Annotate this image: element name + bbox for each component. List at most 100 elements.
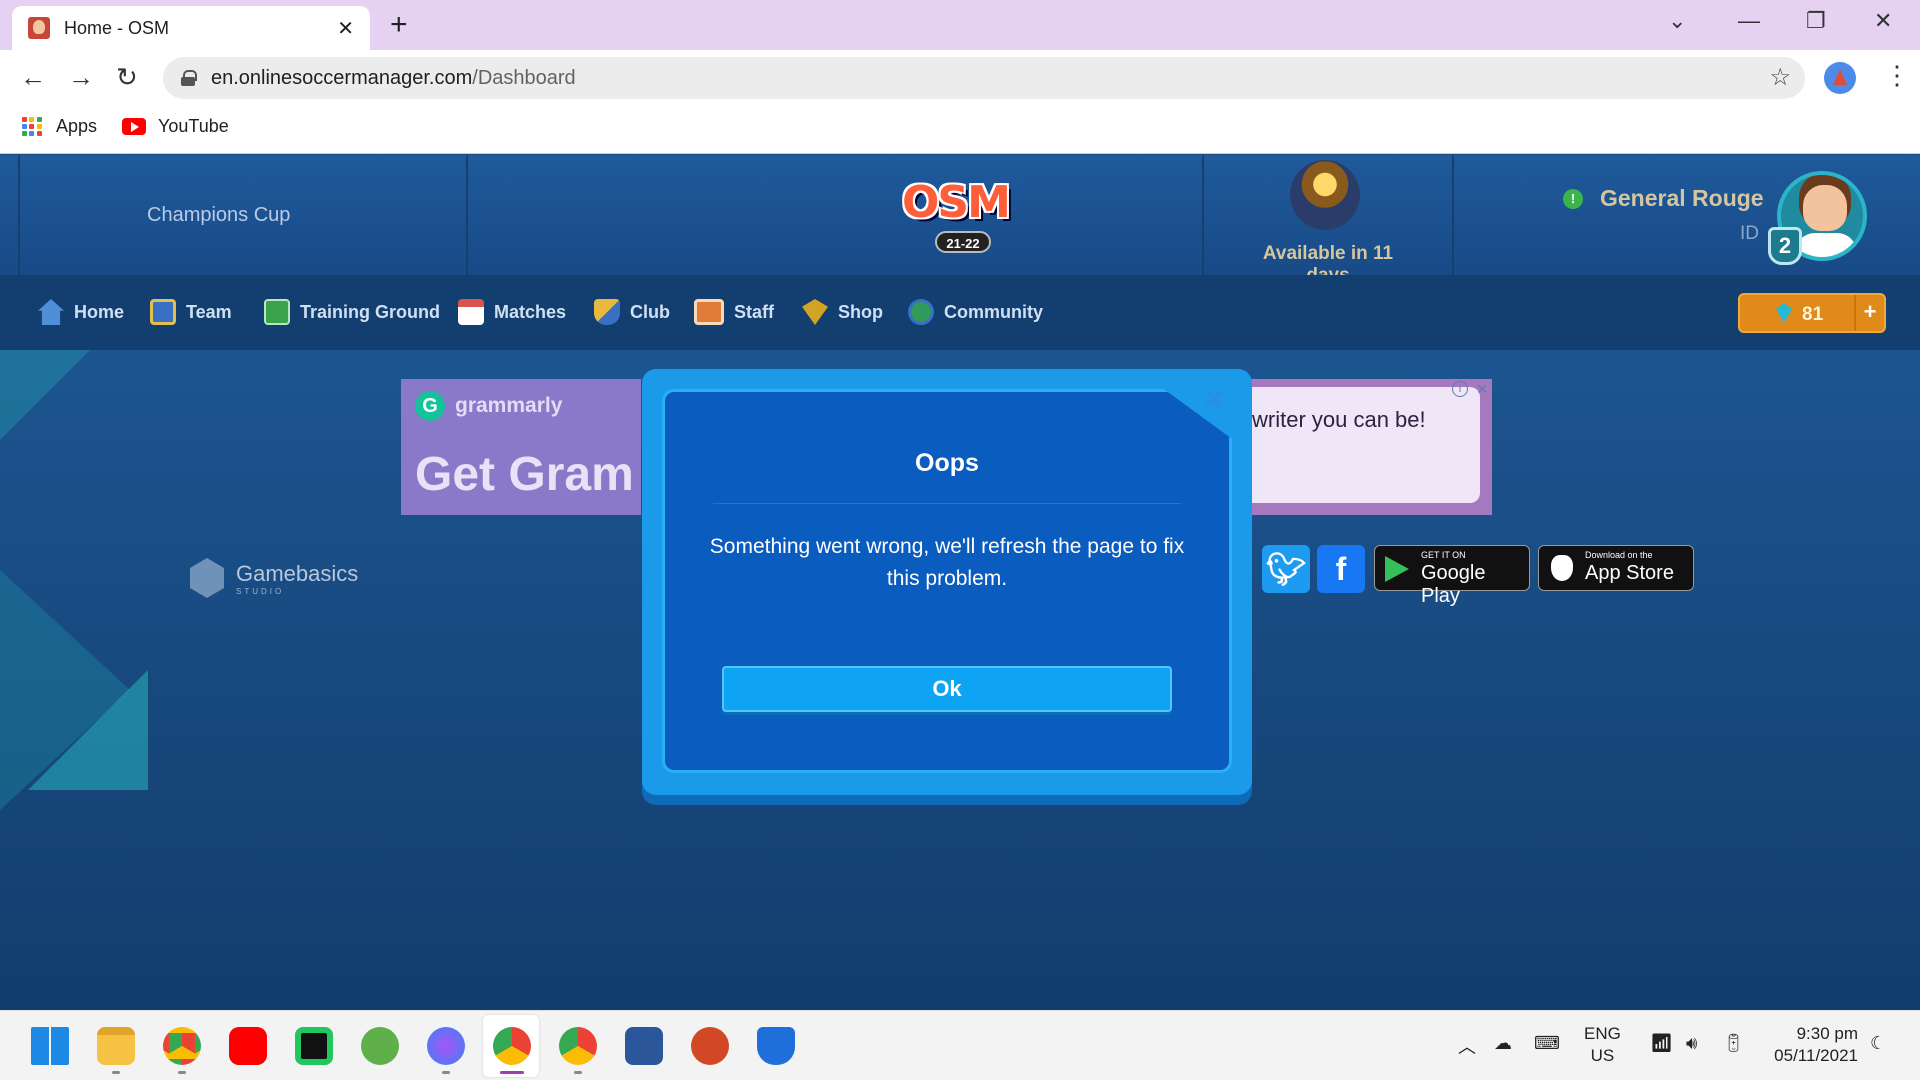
manager-id-label: ID (1740, 223, 1759, 244)
music-app-icon[interactable] (295, 1027, 333, 1065)
restore-icon[interactable]: ❐ (1806, 8, 1826, 34)
word-icon[interactable] (625, 1027, 663, 1065)
coins-counter[interactable]: 81 + (1738, 293, 1886, 333)
bookmark-apps[interactable]: Apps (22, 116, 97, 137)
keyboard-icon[interactable]: ⌨ (1534, 1033, 1560, 1054)
url-path: /Dashboard (472, 66, 576, 89)
powerpoint-icon[interactable] (691, 1027, 729, 1065)
manager-name[interactable]: General Rouge (1600, 185, 1764, 212)
youtube-app-icon[interactable] (229, 1027, 267, 1065)
club-shield-icon (594, 299, 620, 325)
browser-tab-strip: Home - OSM ✕ + ⌄ — ❐ ✕ (0, 0, 1920, 50)
volume-icon[interactable]: 🔊︎ (1686, 1033, 1697, 1054)
trophy-event-icon[interactable] (1290, 160, 1360, 230)
nav-training-ground[interactable]: Training Ground (264, 299, 440, 325)
tab-close-icon[interactable]: ✕ (337, 16, 354, 41)
lang-region: US (1590, 1046, 1615, 1065)
running-indicator (178, 1071, 186, 1074)
tray-chevron-icon[interactable]: ︿ (1458, 1033, 1476, 1059)
forward-icon[interactable]: → (68, 62, 94, 93)
bookmark-label: Apps (56, 116, 98, 136)
home-icon (38, 299, 64, 325)
running-indicator (112, 1071, 120, 1074)
focus-moon-icon[interactable]: ☾ (1870, 1033, 1886, 1054)
nav-club[interactable]: Club (594, 299, 670, 325)
nav-home[interactable]: Home (38, 299, 124, 325)
window-close-icon[interactable]: ✕ (1874, 8, 1892, 34)
facebook-icon: f (1335, 551, 1347, 587)
jersey-icon (150, 299, 176, 325)
google-play-button[interactable]: GET IT ON Google Play (1374, 545, 1530, 607)
nav-matches[interactable]: Matches (458, 299, 566, 325)
nav-label: Team (186, 301, 232, 322)
error-dialog: ✕ Oops Something went wrong, we'll refre… (642, 369, 1252, 807)
apps-grid-icon (22, 116, 42, 137)
bookmarks-bar: Apps YouTube (0, 106, 1920, 154)
nav-label: Home (74, 301, 125, 322)
bookmark-youtube[interactable]: YouTube (122, 116, 229, 137)
nav-label: Staff (734, 301, 774, 322)
back-icon[interactable]: ← (20, 62, 46, 93)
osm-logo[interactable]: OSM (902, 177, 1011, 228)
ad-close-icon[interactable]: ✕ (1476, 381, 1488, 398)
nav-staff[interactable]: Staff (694, 299, 774, 325)
messenger-icon[interactable] (427, 1027, 465, 1065)
chrome-alt-icon[interactable] (559, 1027, 597, 1065)
buy-coins-button[interactable]: + (1854, 295, 1884, 331)
chrome-profile-icon[interactable] (493, 1027, 531, 1065)
chrome-icon[interactable] (163, 1027, 201, 1065)
gamebasics-text: Gamebasics (236, 560, 359, 586)
ad-brand: grammarly (455, 394, 563, 417)
ok-button[interactable]: Ok (722, 666, 1172, 712)
league-name[interactable]: Champions Cup (147, 204, 290, 227)
file-explorer-icon[interactable] (97, 1027, 135, 1065)
grammarly-logo-icon: G (415, 391, 445, 421)
language-indicator[interactable]: ENG US (1584, 1023, 1621, 1067)
new-tab-icon[interactable]: + (390, 8, 408, 42)
system-clock[interactable]: 9:30 pm 05/11/2021 (1768, 1023, 1858, 1067)
header-divider (1202, 155, 1204, 275)
windows-start-icon[interactable] (31, 1027, 69, 1065)
facebook-button[interactable]: f (1317, 545, 1365, 593)
nav-label: Matches (494, 301, 567, 322)
store-small-text: Download on the (1585, 550, 1653, 560)
profile-avatar-icon[interactable] (1824, 62, 1856, 94)
send-app-icon[interactable] (361, 1027, 399, 1065)
reload-icon[interactable]: ↻ (116, 62, 138, 93)
address-bar[interactable]: en.onlinesoccermanager.com/Dashboard ☆ (163, 57, 1805, 99)
staff-icon (694, 299, 724, 325)
gamebasics-logo[interactable]: Gamebasics STUDIO (190, 558, 358, 598)
game-header: Champions Cup OSM 21-22 Available in 11 … (0, 155, 1920, 286)
bookmark-star-icon[interactable]: ☆ (1769, 63, 1791, 92)
battery-icon[interactable]: 🔋︎ (1722, 1033, 1745, 1054)
lock-icon[interactable] (181, 70, 197, 86)
decor-triangle (0, 350, 90, 440)
nav-community[interactable]: Community (908, 299, 1043, 325)
dialog-divider (713, 503, 1181, 504)
nav-team[interactable]: Team (150, 299, 232, 325)
grammarly-ad-left[interactable]: G grammarly Get Gram (401, 379, 641, 515)
ad-text: writer you can be! (1252, 407, 1426, 432)
active-indicator (500, 1071, 524, 1074)
twitter-button[interactable]: 🐦︎ (1262, 545, 1310, 593)
browser-menu-icon[interactable]: ⋮ (1884, 60, 1910, 91)
ad-card: writer you can be! (1238, 387, 1480, 503)
defender-shield-icon[interactable] (757, 1027, 795, 1065)
level-badge: 2 (1768, 227, 1802, 265)
app-store-button[interactable]: Download on the App Store (1538, 545, 1694, 591)
windows-taskbar: ︿ ☁ ⌨ ENG US 📶︎ 🔊︎ 🔋︎ 9:30 pm 05/11/2021… (0, 1010, 1920, 1080)
running-indicator (574, 1071, 582, 1074)
grammarly-ad-right[interactable]: writer you can be! i ✕ (1238, 379, 1492, 515)
google-play-icon (1385, 556, 1409, 582)
dialog-close-icon[interactable]: ✕ (1202, 383, 1225, 416)
youtube-icon (122, 118, 146, 135)
minimize-icon[interactable]: — (1738, 8, 1760, 34)
wifi-icon[interactable]: 📶︎ (1650, 1033, 1673, 1054)
onedrive-icon[interactable]: ☁ (1494, 1033, 1512, 1054)
url-host: en.onlinesoccermanager.com (211, 66, 473, 89)
browser-tab[interactable]: Home - OSM ✕ (12, 6, 370, 50)
coin-gem-icon (1776, 303, 1792, 323)
ad-info-icon[interactable]: i (1452, 381, 1468, 397)
tab-search-chevron-icon[interactable]: ⌄ (1668, 8, 1686, 34)
nav-shop[interactable]: Shop (802, 299, 883, 325)
